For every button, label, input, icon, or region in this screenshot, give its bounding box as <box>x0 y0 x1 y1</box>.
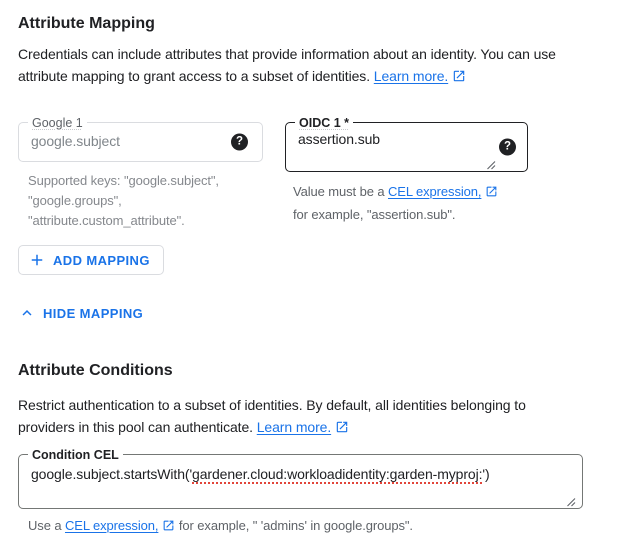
cel-expression-link[interactable]: CEL expression, <box>388 184 482 199</box>
hide-mapping-label: HIDE MAPPING <box>43 305 144 321</box>
attribute-mapping-panel: Attribute Mapping Credentials can includ… <box>0 0 629 535</box>
open-in-new-icon <box>452 67 466 89</box>
plus-icon <box>28 251 46 269</box>
learn-more-link[interactable]: Learn more. <box>374 68 448 84</box>
helper-text: for example, " 'admins' in google.groups… <box>175 518 413 533</box>
add-mapping-button[interactable]: ADD MAPPING <box>18 245 164 275</box>
google-attribute-column: Google 1 google.subject Supported keys: … <box>18 116 263 231</box>
description-line: attribute mapping to grant access to a s… <box>18 68 370 84</box>
mapping-row: Google 1 google.subject Supported keys: … <box>18 116 611 231</box>
helper-line: "attribute.custom_attribute". <box>28 213 185 228</box>
add-mapping-label: ADD MAPPING <box>53 252 150 268</box>
description-line: Restrict authentication to a subset of i… <box>18 397 526 413</box>
open-in-new-icon <box>485 183 498 204</box>
open-in-new-icon <box>162 519 175 535</box>
open-in-new-icon <box>335 418 349 440</box>
helper-text: Value must be a <box>293 184 388 199</box>
attribute-conditions-description: Restrict authentication to a subset of i… <box>18 394 611 440</box>
cel-expression-link[interactable]: CEL expression, <box>65 518 159 533</box>
description-line: Credentials can include attributes that … <box>18 46 556 62</box>
resize-handle-icon[interactable] <box>486 157 496 170</box>
google-field-helper: Supported keys: "google.subject", "googl… <box>18 171 263 231</box>
helper-text: Use a <box>28 518 65 533</box>
attribute-mapping-description: Credentials can include attributes that … <box>18 43 611 89</box>
cel-value-spellcheck-text: gardener.cloud:workloadidentity:garden-m… <box>192 466 483 482</box>
helper-line: Supported keys: "google.subject", <box>28 173 219 188</box>
google-attribute-input[interactable]: Google 1 google.subject <box>18 116 263 162</box>
helper-text: for example, "assertion.sub". <box>293 207 456 222</box>
help-icon[interactable] <box>231 133 248 151</box>
oidc-attribute-column: OIDC 1 * assertion.sub Value must be a C… <box>285 116 528 231</box>
attribute-mapping-title: Attribute Mapping <box>18 15 155 32</box>
oidc-attribute-textarea[interactable]: OIDC 1 * assertion.sub <box>285 116 528 172</box>
hide-mapping-toggle[interactable]: HIDE MAPPING <box>18 304 143 322</box>
cel-value-text: google.subject.startsWith(' <box>31 466 193 482</box>
condition-cel-textarea[interactable]: Condition CEL google.subject.startsWith(… <box>18 448 583 509</box>
chevron-up-icon <box>18 304 36 322</box>
oidc-field-label: OIDC 1 * <box>295 116 354 130</box>
description-line: providers in this pool can authenticate. <box>18 419 253 435</box>
oidc-field-helper: Value must be a CEL expression, for exam… <box>285 181 528 225</box>
cel-value-text: ') <box>482 466 490 482</box>
condition-cel-label: Condition CEL <box>28 448 123 462</box>
resize-handle-icon[interactable] <box>566 494 576 507</box>
help-icon[interactable] <box>499 138 516 156</box>
condition-cel-helper: Use a CEL expression, for example, " 'ad… <box>18 518 611 535</box>
helper-line: "google.groups", <box>28 193 122 208</box>
google-field-label: Google 1 <box>28 116 87 130</box>
attribute-conditions-title: Attribute Conditions <box>18 362 173 379</box>
learn-more-link[interactable]: Learn more. <box>257 419 331 435</box>
